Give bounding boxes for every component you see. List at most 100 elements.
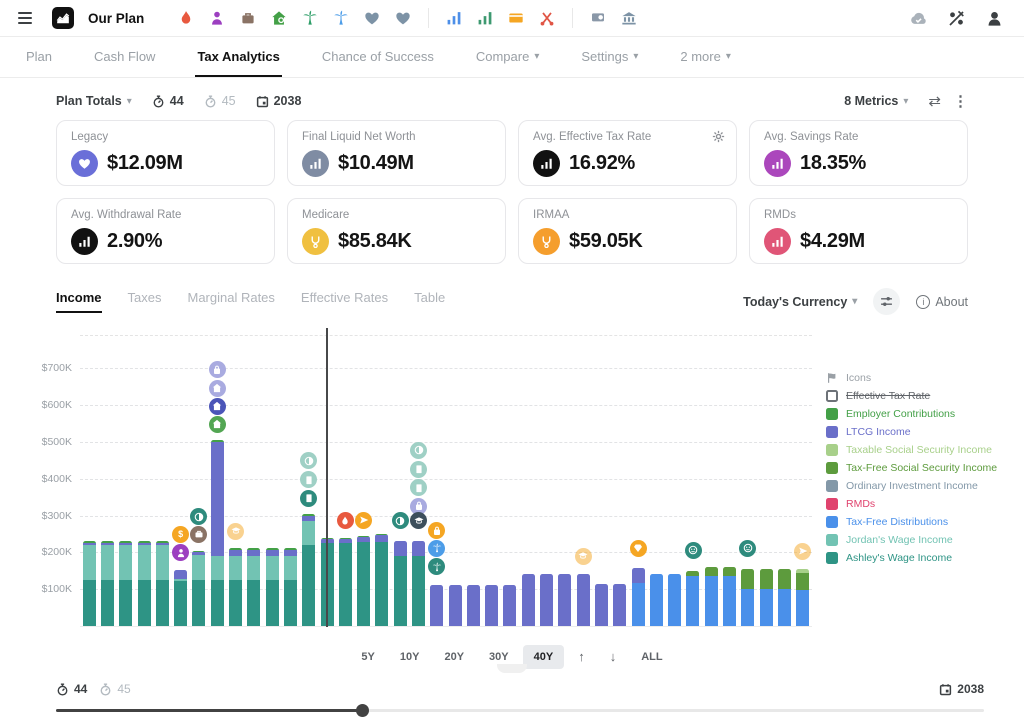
milestone-grad-icon[interactable] — [227, 523, 244, 540]
bar-year-2060[interactable] — [720, 336, 738, 626]
milestone-building-icon[interactable] — [300, 490, 317, 507]
bar-year-2054[interactable] — [611, 336, 629, 626]
bar-year-2033[interactable] — [226, 336, 244, 626]
metric-card-avg-savings-rate[interactable]: Avg. Savings Rate18.35% — [749, 120, 968, 186]
menu-icon[interactable] — [12, 5, 38, 31]
milestone-pie-icon[interactable] — [410, 442, 427, 459]
cloud-sync-icon[interactable] — [906, 6, 930, 30]
age-secondary-indicator[interactable]: 45 — [204, 94, 236, 108]
chart-filter-icon[interactable] — [873, 288, 900, 315]
bar-year-2041[interactable] — [373, 336, 391, 626]
bar-year-2055[interactable] — [629, 336, 647, 626]
milestone-house-icon[interactable] — [209, 380, 226, 397]
metric-card-legacy[interactable]: Legacy$12.09M — [56, 120, 275, 186]
metric-card-medicare[interactable]: Medicare$85.84K — [287, 198, 506, 264]
palm-tree-icon[interactable] — [329, 6, 353, 30]
bar-year-2050[interactable] — [537, 336, 555, 626]
bar-year-2058[interactable] — [684, 336, 702, 626]
metric-card-irmaa[interactable]: IRMAA$59.05K — [518, 198, 737, 264]
slider-handle[interactable] — [356, 704, 369, 717]
chart-tab-income[interactable]: Income — [56, 290, 102, 313]
milestone-house-icon[interactable] — [209, 398, 226, 415]
chart-tab-effective-rates[interactable]: Effective Rates — [301, 290, 388, 313]
range-button-5y[interactable]: 5Y — [350, 645, 385, 669]
bar-year-2040[interactable] — [354, 336, 372, 626]
about-button[interactable]: i About — [916, 295, 968, 309]
heart-pulse-icon[interactable] — [360, 6, 384, 30]
legend-item-effective-tax-rate[interactable]: Effective Tax Rate — [826, 389, 997, 402]
tab-chance-of-success[interactable]: Chance of Success — [320, 37, 436, 77]
bar-year-2046[interactable] — [464, 336, 482, 626]
bar-year-2036[interactable] — [281, 336, 299, 626]
range-button-40y[interactable]: 40Y — [523, 645, 565, 669]
bar-year-2039[interactable] — [336, 336, 354, 626]
bar-year-2059[interactable] — [702, 336, 720, 626]
milestone-plane-icon[interactable] — [794, 543, 811, 560]
app-logo-chart-icon[interactable] — [52, 7, 74, 29]
chart-icon[interactable] — [442, 6, 466, 30]
scroll-down-button[interactable]: ↓ — [599, 643, 628, 670]
milestone-house-search-icon[interactable] — [209, 416, 226, 433]
chart-icon[interactable] — [473, 6, 497, 30]
bar-year-2042[interactable] — [391, 336, 409, 626]
metric-card-avg-withdrawal-rate[interactable]: Avg. Withdrawal Rate2.90% — [56, 198, 275, 264]
bar-year-2025[interactable] — [80, 336, 98, 626]
bar-year-2064[interactable] — [794, 336, 812, 626]
bar-year-2034[interactable] — [245, 336, 263, 626]
person-icon[interactable] — [205, 6, 229, 30]
year-indicator[interactable]: 2038 — [256, 94, 302, 108]
legend-item-icons[interactable]: Icons — [826, 371, 997, 384]
account-icon[interactable] — [982, 6, 1006, 30]
briefcase-icon[interactable] — [236, 6, 260, 30]
legend-item-rmds[interactable]: RMDs — [826, 497, 997, 510]
milestone-plane-icon[interactable] — [355, 512, 372, 529]
legend-item-taxable-social-security-income[interactable]: Taxable Social Security Income — [826, 443, 997, 456]
range-button-20y[interactable]: 20Y — [433, 645, 475, 669]
bar-year-2028[interactable] — [135, 336, 153, 626]
gear-icon[interactable] — [712, 130, 725, 143]
house-search-icon[interactable] — [267, 6, 291, 30]
range-button-10y[interactable]: 10Y — [389, 645, 431, 669]
tab-2-more[interactable]: 2 more▾ — [678, 37, 733, 77]
bar-year-2029[interactable] — [153, 336, 171, 626]
scroll-up-button[interactable]: ↑ — [567, 643, 596, 670]
legend-item-ltcg-income[interactable]: LTCG Income — [826, 425, 997, 438]
bar-year-2044[interactable] — [428, 336, 446, 626]
bar-year-2048[interactable] — [501, 336, 519, 626]
plan-totals-dropdown[interactable]: Plan Totals ▾ — [56, 94, 132, 108]
palm-tree-icon[interactable] — [298, 6, 322, 30]
bar-year-2051[interactable] — [556, 336, 574, 626]
milestone-palm-icon[interactable] — [428, 540, 445, 557]
drag-handle[interactable] — [497, 664, 527, 673]
milestone-grad-icon[interactable] — [575, 548, 592, 565]
metrics-dropdown[interactable]: 8 Metrics ▾ — [844, 94, 908, 108]
chart-tab-table[interactable]: Table — [414, 290, 445, 313]
bar-year-2063[interactable] — [775, 336, 793, 626]
bar-year-2035[interactable] — [263, 336, 281, 626]
card-x-icon[interactable] — [504, 6, 528, 30]
bar-year-2049[interactable] — [519, 336, 537, 626]
tab-compare[interactable]: Compare▾ — [474, 37, 542, 77]
timeline-slider[interactable] — [56, 709, 984, 712]
tab-cash-flow[interactable]: Cash Flow — [92, 37, 157, 77]
bar-year-2047[interactable] — [483, 336, 501, 626]
legend-item-tax-free-social-security-income[interactable]: Tax-Free Social Security Income — [826, 461, 997, 474]
age-primary-indicator[interactable]: 44 — [152, 94, 184, 108]
milestone-gem-icon[interactable] — [630, 540, 647, 557]
legend-item-ordinary-investment-income[interactable]: Ordinary Investment Income — [826, 479, 997, 492]
bar-year-2026[interactable] — [98, 336, 116, 626]
range-button-all[interactable]: ALL — [630, 645, 673, 669]
bar-year-2062[interactable] — [757, 336, 775, 626]
tab-tax-analytics[interactable]: Tax Analytics — [195, 37, 281, 77]
bar-year-2030[interactable] — [171, 336, 189, 626]
milestone-face-icon[interactable] — [685, 542, 702, 559]
tab-settings[interactable]: Settings▾ — [579, 37, 640, 77]
bar-year-2056[interactable] — [647, 336, 665, 626]
bar-year-2061[interactable] — [739, 336, 757, 626]
legend-item-tax-free-distributions[interactable]: Tax-Free Distributions — [826, 515, 997, 528]
chart-tab-taxes[interactable]: Taxes — [128, 290, 162, 313]
metric-card-final-liquid-net-worth[interactable]: Final Liquid Net Worth$10.49M — [287, 120, 506, 186]
flame-icon[interactable] — [174, 6, 198, 30]
tab-plan[interactable]: Plan — [24, 37, 54, 77]
badge-icon[interactable] — [586, 6, 610, 30]
